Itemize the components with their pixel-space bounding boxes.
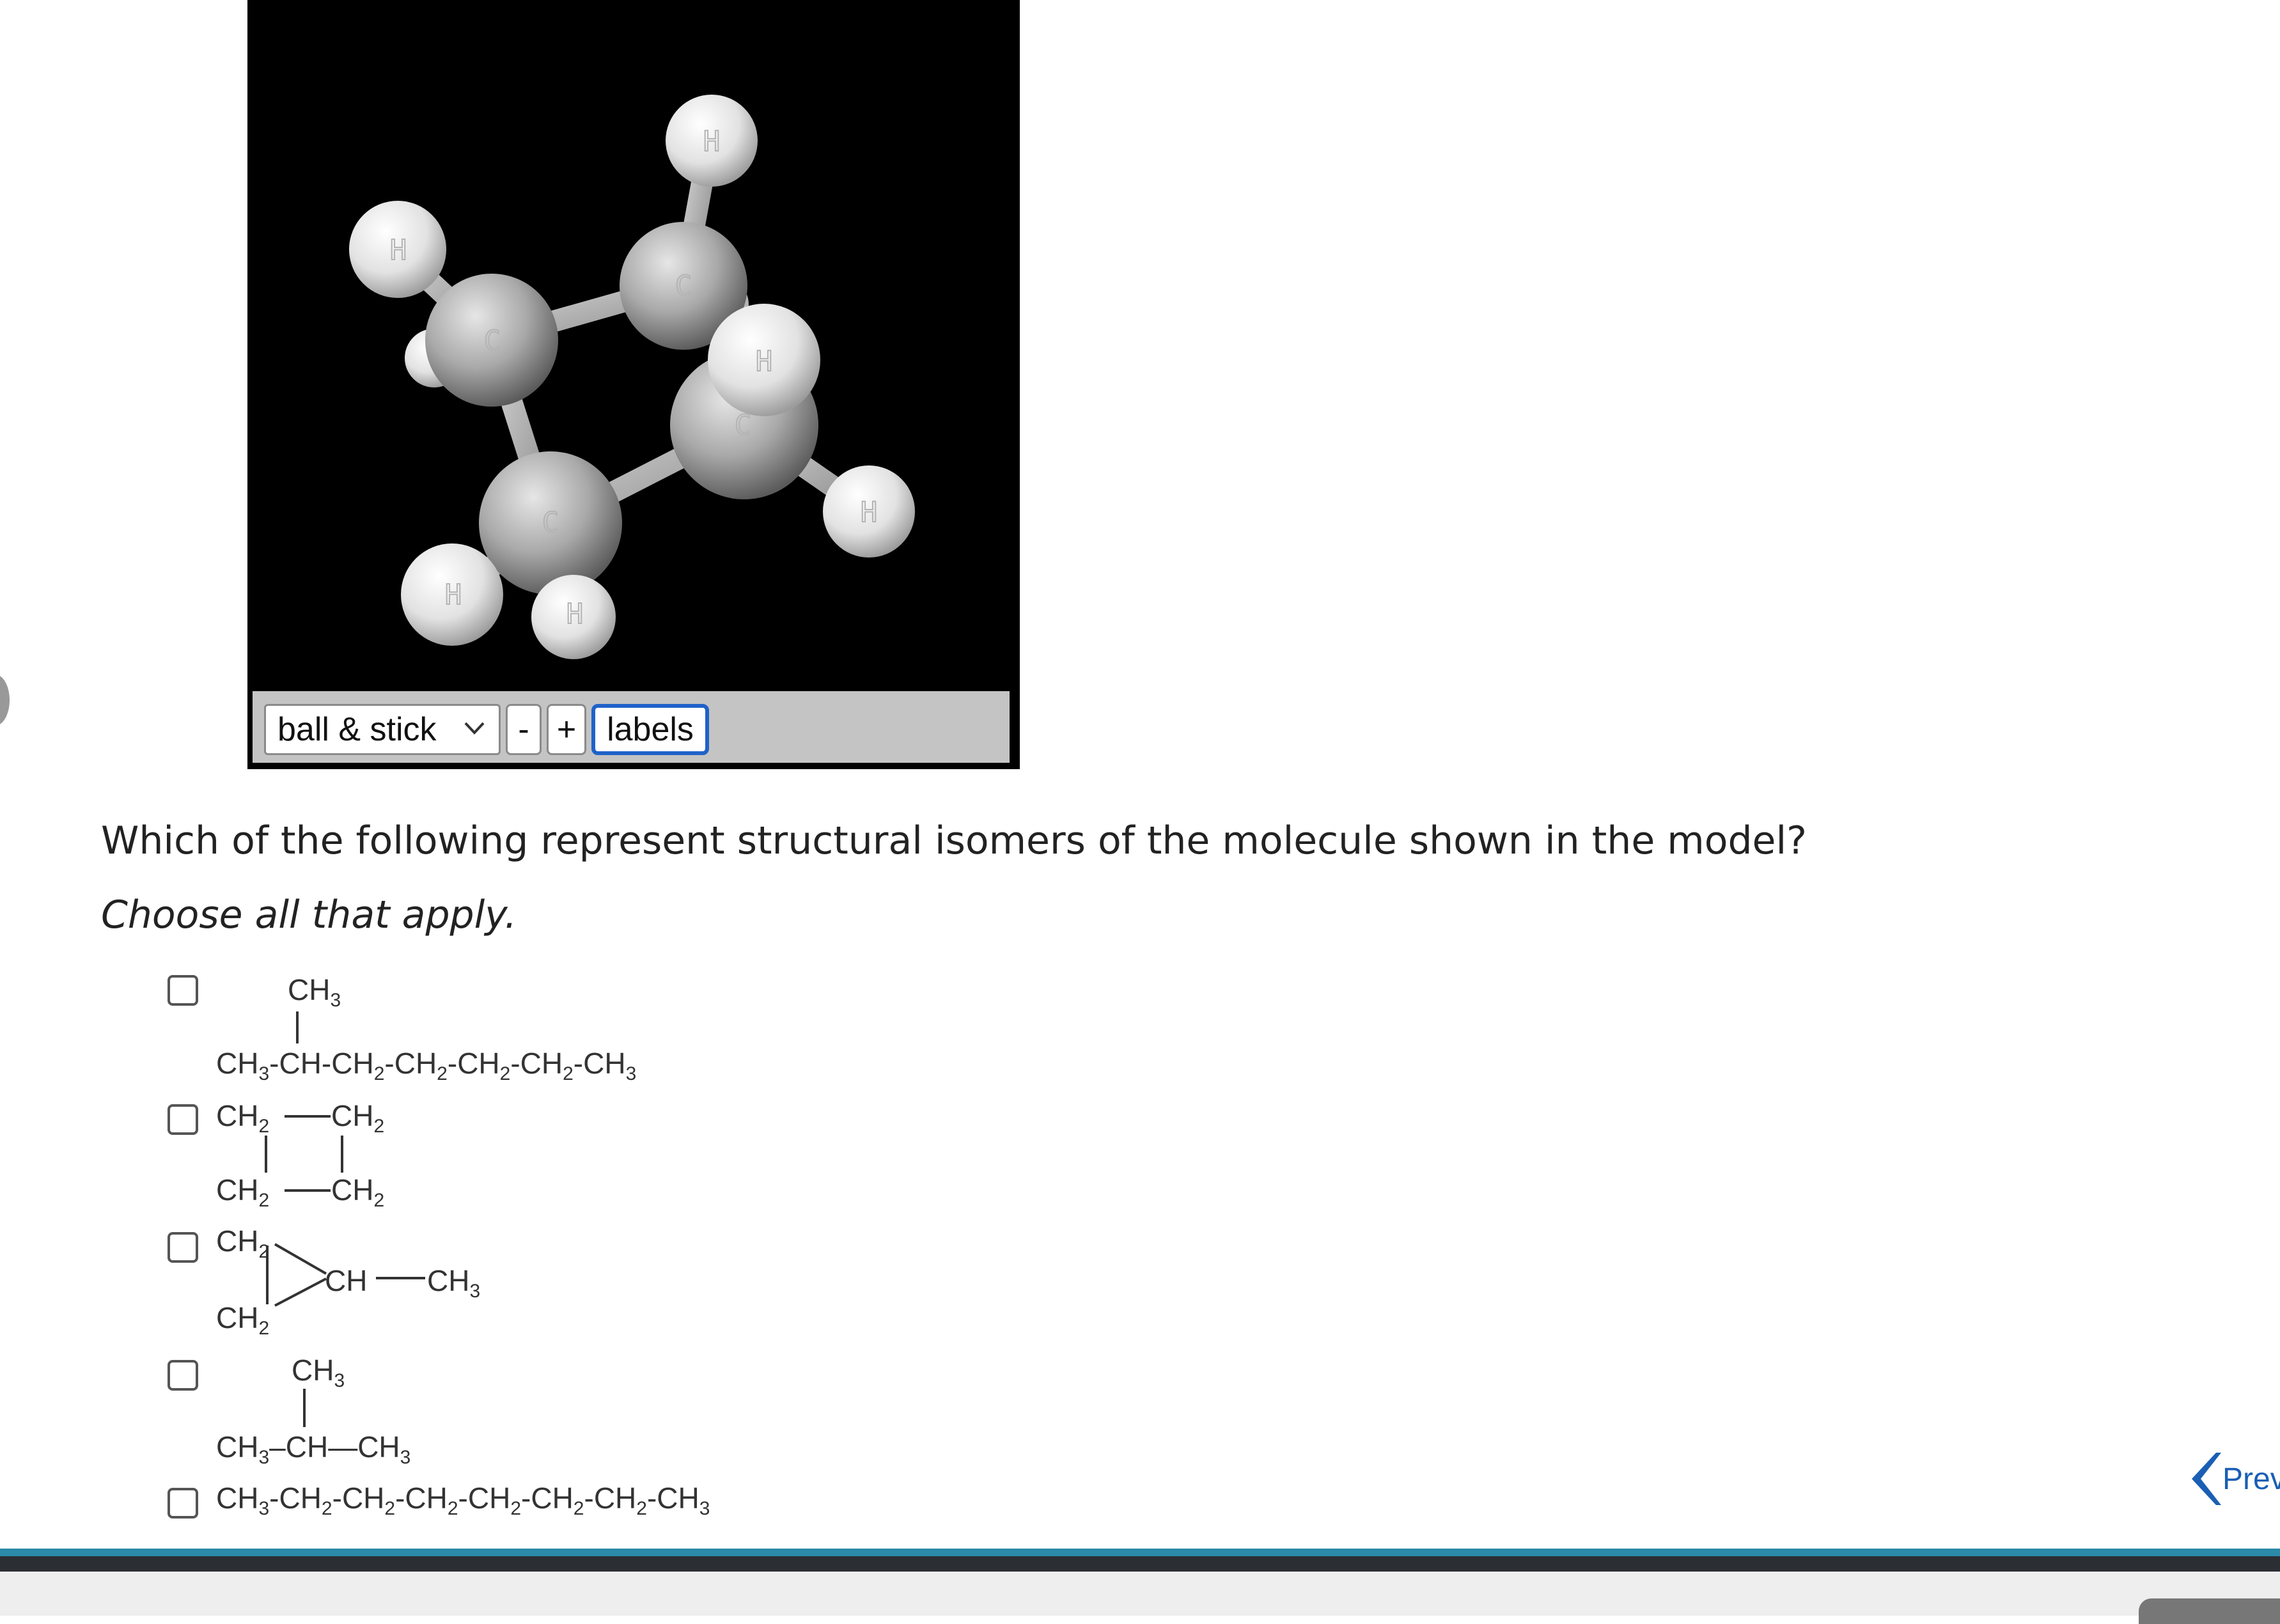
atom-label: H (390, 234, 407, 267)
atom-label: H (445, 579, 462, 611)
molecule-viewer[interactable]: H H H H H H C C C C ball & stick - + lab… (247, 0, 1020, 769)
atom-label: C (542, 506, 559, 539)
zoom-in-button[interactable]: + (547, 704, 586, 755)
render-mode-value: ball & stick (277, 711, 437, 748)
option-4-top-group: CH3 (292, 1354, 345, 1391)
question-instruction: Choose all that apply. (101, 893, 517, 937)
option-2-ring-group: CH2 (216, 1173, 270, 1211)
option-1-chain: CH3-CH-CH2-CH2-CH2-CH2-CH3 (216, 1047, 637, 1084)
atom-label: H (861, 496, 878, 529)
atom-label: C (735, 409, 752, 442)
footer-tab[interactable] (2139, 1598, 2280, 1624)
option-2-bond (341, 1136, 343, 1173)
option-2-bond (265, 1136, 267, 1173)
option-1-checkbox[interactable] (168, 975, 198, 1006)
option-1-top-group: CH3 (288, 973, 341, 1011)
footer-band (0, 1556, 2280, 1572)
footer-bar (0, 1572, 2280, 1616)
footer-divider (0, 1549, 2280, 1556)
atom-label: C (484, 325, 501, 357)
atom-label: C (675, 270, 692, 302)
option-2-ring-group: CH2 (331, 1099, 385, 1137)
option-3-checkbox[interactable] (168, 1232, 198, 1263)
option-2-checkbox[interactable] (168, 1104, 198, 1135)
chevron-down-icon (464, 722, 485, 735)
atom-label: H (756, 345, 773, 378)
side-handle[interactable] (0, 675, 10, 726)
option-2-bond (285, 1189, 331, 1192)
option-1-bond (296, 1011, 299, 1043)
option-4-chain: CH3–CH—CH3 (216, 1430, 411, 1468)
chevron-left-icon (2192, 1453, 2221, 1505)
option-2-bond (285, 1115, 331, 1118)
option-4-bond (303, 1389, 306, 1427)
zoom-out-button[interactable]: - (506, 704, 542, 755)
labels-button[interactable]: labels (591, 704, 709, 755)
option-5-chain: CH3-CH2-CH2-CH2-CH2-CH2-CH2-CH3 (216, 1481, 710, 1519)
atom-label: H (703, 125, 721, 158)
viewer-toolbar: ball & stick - + labels (253, 691, 1010, 763)
option-4-checkbox[interactable] (168, 1360, 198, 1391)
render-mode-select[interactable]: ball & stick (264, 704, 501, 755)
prev-button[interactable]: Prev (2187, 1450, 2280, 1508)
molecule-model[interactable]: H H H H H H C C C C (247, 0, 1020, 691)
option-2-ring-group: CH2 (216, 1099, 270, 1137)
option-2-ring-group: CH2 (331, 1173, 385, 1211)
atom-label: H (566, 598, 584, 630)
option-5-checkbox[interactable] (168, 1488, 198, 1519)
question-text: Which of the following represent structu… (101, 818, 1807, 863)
option-3-substituent: CH3 (427, 1264, 481, 1302)
prev-label: Prev (2222, 1462, 2280, 1496)
option-3-bonds (266, 1243, 425, 1307)
